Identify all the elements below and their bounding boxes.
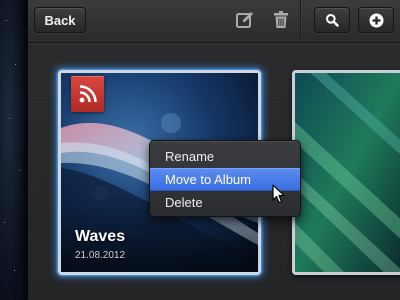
- toolbar: Back: [28, 0, 400, 43]
- star: [9, 118, 10, 119]
- star: [6, 20, 7, 21]
- album-title: Waves: [75, 228, 126, 245]
- album-date: 21.08.2012: [75, 250, 126, 261]
- menu-item-rename[interactable]: Rename: [150, 145, 300, 168]
- back-button-label: Back: [44, 12, 76, 28]
- star: [4, 222, 5, 223]
- context-menu: Rename Move to Album Delete: [149, 140, 301, 217]
- star: [14, 270, 15, 271]
- menu-item-label: Rename: [165, 149, 215, 164]
- rss-icon: [79, 85, 97, 103]
- search-button[interactable]: [314, 7, 350, 33]
- desktop-background: [0, 0, 28, 300]
- edit-icon[interactable]: [235, 10, 255, 30]
- star: [19, 170, 20, 171]
- star: [15, 64, 16, 65]
- add-circle-icon: [369, 13, 383, 27]
- trash-icon[interactable]: [271, 10, 291, 30]
- back-button[interactable]: Back: [34, 7, 86, 33]
- toolbar-divider: [300, 0, 301, 42]
- album-thumbnail: [295, 73, 400, 272]
- menu-item-label: Delete: [165, 195, 203, 210]
- add-button[interactable]: [358, 7, 394, 33]
- album-card-aurora[interactable]: [292, 70, 400, 275]
- search-icon: [326, 14, 339, 27]
- menu-item-label: Move to Album: [165, 172, 251, 187]
- rss-badge: [71, 76, 104, 112]
- mouse-cursor-icon: [272, 184, 285, 204]
- photo-app-window: Back Waves 21.08.2012 Rename Move to Alb…: [28, 0, 400, 300]
